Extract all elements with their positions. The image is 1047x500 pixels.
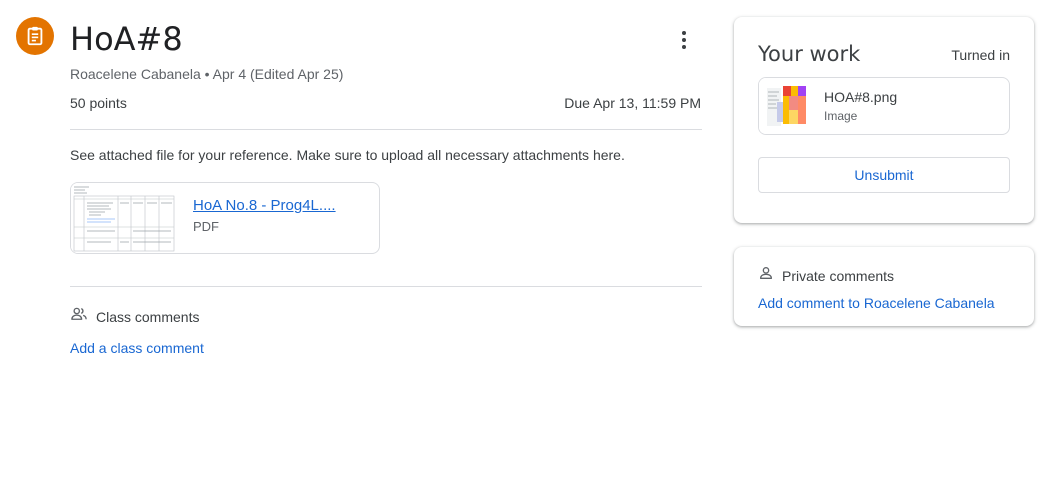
your-work-card: Your work Turned in HOA#8.png Image Unsu…	[734, 17, 1034, 223]
reference-attachment[interactable]: HoA No.8 - Prog4L.... PDF	[70, 182, 380, 254]
unsubmit-button[interactable]: Unsubmit	[758, 157, 1010, 193]
person-icon	[758, 265, 774, 286]
points-label: 50 points	[70, 95, 127, 111]
class-comments-label: Class comments	[96, 308, 200, 325]
file-name: HOA#8.png	[824, 89, 898, 105]
file-type: Image	[824, 109, 858, 123]
assignment-description: See attached file for your reference. Ma…	[70, 147, 625, 163]
your-work-title: Your work	[758, 42, 861, 66]
page-title: HoA#8	[70, 20, 183, 58]
more-options-icon[interactable]	[670, 26, 698, 54]
due-date: Due Apr 13, 11:59 PM	[564, 95, 701, 111]
assignment-icon	[16, 17, 54, 55]
divider	[70, 129, 702, 130]
attachment-title[interactable]: HoA No.8 - Prog4L....	[193, 197, 336, 214]
image-thumbnail	[759, 78, 815, 134]
class-comments-header: Class comments	[70, 305, 199, 328]
add-private-comment-link[interactable]: Add comment to Roacelene Cabanela	[758, 295, 995, 311]
pdf-thumbnail	[71, 183, 177, 253]
divider	[70, 286, 702, 287]
status-badge: Turned in	[951, 47, 1010, 63]
people-icon	[70, 305, 88, 328]
private-comments-card: Private comments Add comment to Roacelen…	[734, 247, 1034, 326]
submitted-file[interactable]: HOA#8.png Image	[758, 77, 1010, 135]
attachment-type: PDF	[193, 219, 219, 234]
private-comments-header: Private comments	[758, 265, 894, 286]
assignment-meta: Roacelene Cabanela • Apr 4 (Edited Apr 2…	[70, 66, 344, 82]
add-class-comment-link[interactable]: Add a class comment	[70, 340, 204, 356]
private-comments-label: Private comments	[782, 267, 895, 284]
